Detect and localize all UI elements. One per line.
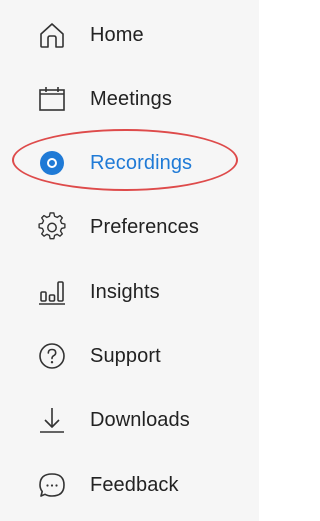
bar-chart-icon [36,276,68,308]
record-icon [36,147,68,179]
sidebar-item-label: Feedback [90,473,179,496]
sidebar-item-meetings[interactable]: Meetings [36,79,172,119]
sidebar-item-insights[interactable]: Insights [36,272,160,312]
sidebar-item-downloads[interactable]: Downloads [36,400,190,440]
home-icon [36,19,68,51]
sidebar-item-feedback[interactable]: Feedback [36,465,179,505]
sidebar-nav: Home Meetings Recordings Preferences Ins… [0,0,259,521]
sidebar-item-label: Support [90,344,161,367]
sidebar-item-label: Downloads [90,408,190,431]
sidebar-item-home[interactable]: Home [36,15,144,55]
sidebar-item-label: Meetings [90,87,172,110]
sidebar-item-recordings[interactable]: Recordings [36,143,192,183]
calendar-icon [36,83,68,115]
sidebar-item-preferences[interactable]: Preferences [36,207,199,247]
download-icon [36,404,68,436]
chat-bubble-icon [36,469,68,501]
sidebar-item-label: Preferences [90,215,199,238]
sidebar-item-label: Insights [90,280,160,303]
sidebar-item-label: Recordings [90,151,193,174]
sidebar-item-support[interactable]: Support [36,336,161,376]
help-icon [36,340,68,372]
gear-icon [36,211,68,243]
sidebar-item-label: Home [90,23,144,46]
